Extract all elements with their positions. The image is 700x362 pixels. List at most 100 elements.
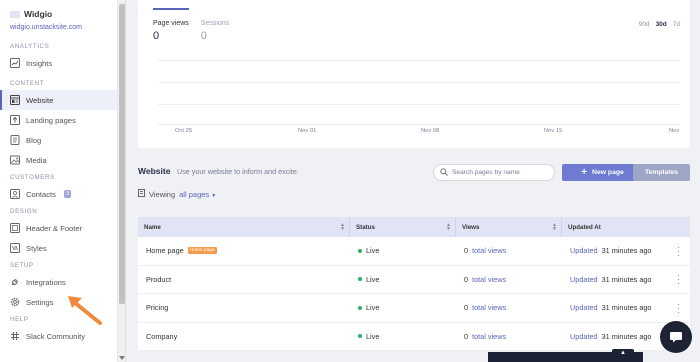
sidebar-item-insights[interactable]: Insights	[0, 53, 117, 73]
sidebar-item-media[interactable]: Media	[0, 150, 117, 170]
updated-link[interactable]: Updated	[570, 303, 598, 312]
search-placeholder: Search pages by name	[452, 169, 520, 176]
table-row[interactable]: Pricing Live 0 total views Updated 31 minu…	[138, 294, 690, 323]
section-customers: CUSTOMERS	[10, 174, 55, 181]
page-title: Website	[138, 166, 171, 176]
total-views-link[interactable]: total views	[472, 275, 506, 284]
filter-value: all pages	[179, 189, 210, 199]
chat-bubble-icon	[670, 332, 682, 343]
page-name[interactable]: Company	[146, 332, 177, 341]
search-icon	[440, 167, 448, 178]
table-row[interactable]: Company Live 0 total views Updated 31 minu…	[138, 323, 690, 351]
metric-value: 0	[200, 30, 207, 42]
site-url[interactable]: widgio.unstacksite.com	[10, 24, 107, 31]
website-header: Website Use your website to inform and e…	[138, 164, 690, 184]
gear-icon	[10, 297, 20, 307]
brand: Widgio widgio.unstacksite.com	[0, 0, 117, 40]
sidebar-item-blog[interactable]: Blog	[0, 130, 117, 150]
filter-dropdown[interactable]: all pages ▼	[179, 190, 216, 199]
slack-icon	[10, 331, 20, 341]
metric-tab-page-views[interactable]: Page views 0	[153, 0, 189, 42]
page-name[interactable]: Product	[146, 275, 171, 284]
scroll-down-arrow-icon[interactable]	[119, 356, 125, 360]
chat-launcher-button[interactable]	[660, 321, 692, 353]
range-90d[interactable]: 90d	[639, 21, 650, 28]
metric-tab-sessions[interactable]: Sessions 0	[201, 0, 229, 42]
contacts-count-badge: 3	[63, 190, 72, 198]
more-options-icon[interactable]: ···	[677, 271, 680, 288]
styles-icon	[10, 243, 20, 253]
chart-gridline	[158, 60, 680, 61]
updated-time: 31 minutes ago	[601, 331, 652, 341]
section-design: DESIGN	[10, 208, 38, 215]
search-input[interactable]: Search pages by name	[433, 164, 555, 181]
sidebar-item-label: Integrations	[26, 277, 66, 287]
layout-icon	[10, 223, 20, 233]
chart-gridline	[158, 82, 680, 83]
templates-button[interactable]: Templates	[633, 164, 690, 181]
status-text: Live	[366, 246, 380, 256]
total-views-link[interactable]: total views	[472, 303, 506, 312]
more-options-icon[interactable]: ···	[677, 299, 680, 316]
section-setup: SETUP	[10, 262, 34, 269]
table-row[interactable]: Home page Home page Live 0 total views Upd…	[138, 237, 690, 266]
more-options-icon[interactable]: ···	[677, 242, 680, 259]
updated-link[interactable]: Updated	[570, 275, 598, 284]
column-header-updated[interactable]: Updated At	[562, 217, 690, 237]
column-header-label: Status	[356, 223, 375, 231]
new-page-button[interactable]: + New page	[562, 164, 643, 181]
views-count: 0	[464, 246, 469, 256]
pages-table: Name ▲ ▼ Status ▲ ▼ Views ▲ ▼ Updated At Home …	[138, 217, 690, 351]
sidebar-item-styles[interactable]: Styles	[0, 238, 117, 258]
sidebar-item-label: Settings	[26, 297, 54, 307]
page-name[interactable]: Home page	[146, 246, 184, 255]
main-content: Page views 0 Sessions 0 90d 30d 7d Oct 2…	[126, 0, 700, 362]
sidebar-item-label: Website	[26, 95, 54, 105]
sidebar-item-slack-community[interactable]: Slack Community	[0, 326, 117, 346]
sidebar-item-integrations[interactable]: Integrations	[0, 272, 117, 292]
live-status-dot	[358, 334, 362, 339]
column-header-name[interactable]: Name ▲ ▼	[138, 217, 350, 237]
sidebar-item-website[interactable]: Website	[0, 90, 117, 110]
sort-icon: ▲ ▼	[446, 222, 451, 232]
browser-icon	[10, 95, 20, 105]
annotation-arrow-icon	[68, 296, 102, 325]
section-content: CONTENT	[10, 80, 45, 87]
page-list-icon	[138, 189, 145, 199]
table-header: Name ▲ ▼ Status ▲ ▼ Views ▲ ▼ Updated At	[138, 217, 690, 237]
collapse-panel-button[interactable]: ▲	[612, 349, 634, 357]
sidebar-item-header-footer[interactable]: Header & Footer	[0, 218, 117, 238]
chart-icon	[10, 58, 20, 68]
scrollbar-thumb[interactable]	[119, 4, 125, 304]
column-header-views[interactable]: Views ▲ ▼	[456, 217, 562, 237]
column-header-status[interactable]: Status ▲ ▼	[350, 217, 456, 237]
total-views-link[interactable]: total views	[472, 332, 506, 341]
table-row[interactable]: Product Live 0 total views Updated 31 minu…	[138, 266, 690, 294]
range-30d[interactable]: 30d	[656, 21, 667, 28]
chevron-down-icon: ▼	[211, 192, 217, 199]
image-icon	[10, 155, 20, 165]
sidebar-scrollbar[interactable]	[118, 0, 126, 362]
sidebar-item-label: Blog	[26, 135, 42, 145]
updated-link[interactable]: Updated	[570, 246, 598, 255]
views-count: 0	[464, 274, 469, 284]
new-page-label: New page	[592, 169, 624, 176]
updated-time: 31 minutes ago	[601, 274, 652, 284]
contacts-icon	[10, 189, 20, 199]
sidebar-item-label: Insights	[26, 58, 53, 68]
range-7d[interactable]: 7d	[673, 21, 680, 28]
page-name[interactable]: Pricing	[146, 303, 168, 312]
x-tick-label: Oct 25	[175, 128, 193, 134]
column-header-label: Updated At	[568, 223, 601, 231]
status-text: Live	[366, 331, 380, 341]
updated-time: 31 minutes ago	[601, 303, 652, 313]
sidebar-item-label: Slack Community	[26, 331, 86, 341]
column-header-label: Name	[144, 223, 161, 231]
home-page-badge: Home page	[187, 247, 217, 255]
total-views-link[interactable]: total views	[472, 246, 506, 255]
updated-link[interactable]: Updated	[570, 332, 598, 341]
site-name[interactable]: Widgio	[24, 9, 52, 19]
metric-value: 0	[153, 30, 160, 42]
sidebar-item-contacts[interactable]: Contacts 3	[0, 184, 117, 204]
sidebar-item-landing-pages[interactable]: Landing pages	[0, 110, 117, 130]
